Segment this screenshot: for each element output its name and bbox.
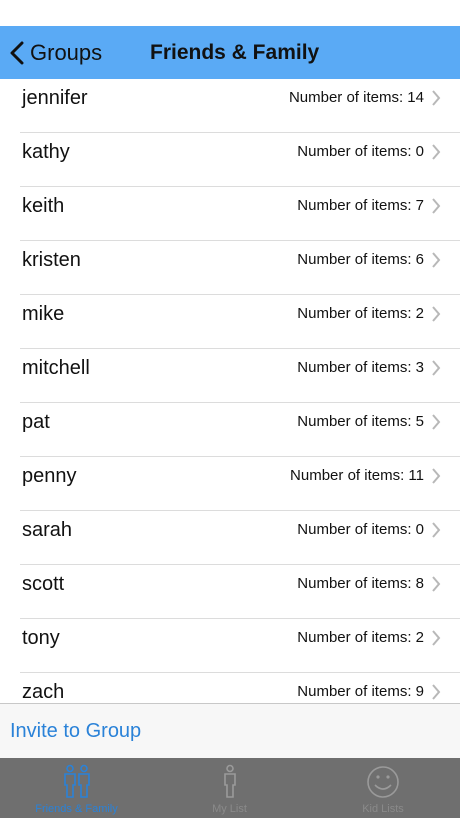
contact-name: keith bbox=[22, 195, 65, 217]
list-item[interactable]: tony Number of items: 2 bbox=[0, 619, 460, 673]
tab-friends-family[interactable]: Friends & Family bbox=[0, 758, 153, 818]
list-item[interactable]: scott Number of items: 8 bbox=[0, 565, 460, 619]
contact-name: jennifer bbox=[22, 87, 88, 109]
chevron-right-icon bbox=[431, 414, 441, 435]
contact-name: mitchell bbox=[22, 357, 90, 379]
navigation-bar: Groups Friends & Family bbox=[0, 26, 460, 79]
back-button[interactable]: Groups bbox=[10, 26, 102, 79]
chevron-right-icon bbox=[431, 684, 441, 703]
item-count: Number of items: 11 bbox=[290, 467, 424, 484]
item-count: Number of items: 3 bbox=[297, 359, 424, 376]
list-item[interactable]: kathy Number of items: 0 bbox=[0, 133, 460, 187]
chevron-right-icon bbox=[431, 144, 441, 165]
list-item[interactable]: penny Number of items: 11 bbox=[0, 457, 460, 511]
contact-name: penny bbox=[22, 465, 77, 487]
list-item[interactable]: zach Number of items: 9 bbox=[0, 673, 460, 703]
two-people-icon bbox=[61, 764, 93, 805]
item-count: Number of items: 14 bbox=[288, 89, 424, 106]
list-item[interactable]: kristen Number of items: 6 bbox=[0, 241, 460, 295]
item-count: Number of items: 0 bbox=[297, 143, 424, 160]
tab-my-list[interactable]: My List bbox=[153, 758, 306, 818]
chevron-right-icon bbox=[431, 522, 441, 543]
list-item[interactable]: pat Number of items: 5 bbox=[0, 403, 460, 457]
person-icon bbox=[220, 764, 240, 805]
chevron-right-icon bbox=[431, 468, 441, 489]
contact-name: tony bbox=[22, 627, 60, 649]
smiley-icon bbox=[365, 764, 401, 805]
chevron-right-icon bbox=[431, 630, 441, 651]
contact-name: kathy bbox=[22, 141, 70, 163]
item-count: Number of items: 9 bbox=[297, 683, 424, 700]
chevron-right-icon bbox=[431, 90, 441, 111]
item-count: Number of items: 2 bbox=[297, 305, 424, 322]
item-count: Number of items: 0 bbox=[297, 521, 424, 538]
chevron-right-icon bbox=[431, 306, 441, 327]
tab-label: My List bbox=[212, 803, 247, 815]
list-item[interactable]: keith Number of items: 7 bbox=[0, 187, 460, 241]
contact-name: sarah bbox=[22, 519, 73, 541]
contact-name: kristen bbox=[22, 249, 81, 271]
chevron-right-icon bbox=[431, 198, 441, 219]
item-count: Number of items: 7 bbox=[297, 197, 424, 214]
contact-name: zach bbox=[22, 681, 65, 703]
page-title: Friends & Family bbox=[150, 41, 320, 64]
tab-bar: Friends & Family My List Kid Lists bbox=[0, 758, 460, 818]
list-item[interactable]: jennifer Number of items: 14 bbox=[0, 79, 460, 133]
tab-label: Kid Lists bbox=[362, 803, 404, 815]
contact-name: pat bbox=[22, 411, 50, 433]
tab-kid-lists[interactable]: Kid Lists bbox=[306, 758, 460, 818]
invite-bar: Invite to Group bbox=[0, 703, 460, 759]
list-item[interactable]: mike Number of items: 2 bbox=[0, 295, 460, 349]
list-item[interactable]: mitchell Number of items: 3 bbox=[0, 349, 460, 403]
contact-name: mike bbox=[22, 303, 65, 325]
item-count: Number of items: 5 bbox=[297, 413, 424, 430]
chevron-left-icon bbox=[10, 41, 24, 65]
invite-to-group-button[interactable]: Invite to Group bbox=[10, 704, 141, 759]
contact-name: scott bbox=[22, 573, 65, 595]
chevron-right-icon bbox=[431, 576, 441, 597]
chevron-right-icon bbox=[431, 252, 441, 273]
tab-label: Friends & Family bbox=[35, 803, 118, 815]
chevron-right-icon bbox=[431, 360, 441, 381]
contact-list: jennifer Number of items: 14 kathy Numbe… bbox=[0, 79, 460, 703]
item-count: Number of items: 8 bbox=[297, 575, 424, 592]
list-item[interactable]: sarah Number of items: 0 bbox=[0, 511, 460, 565]
item-count: Number of items: 6 bbox=[297, 251, 424, 268]
item-count: Number of items: 2 bbox=[297, 629, 424, 646]
back-button-label: Groups bbox=[30, 39, 103, 65]
status-bar bbox=[0, 0, 460, 26]
